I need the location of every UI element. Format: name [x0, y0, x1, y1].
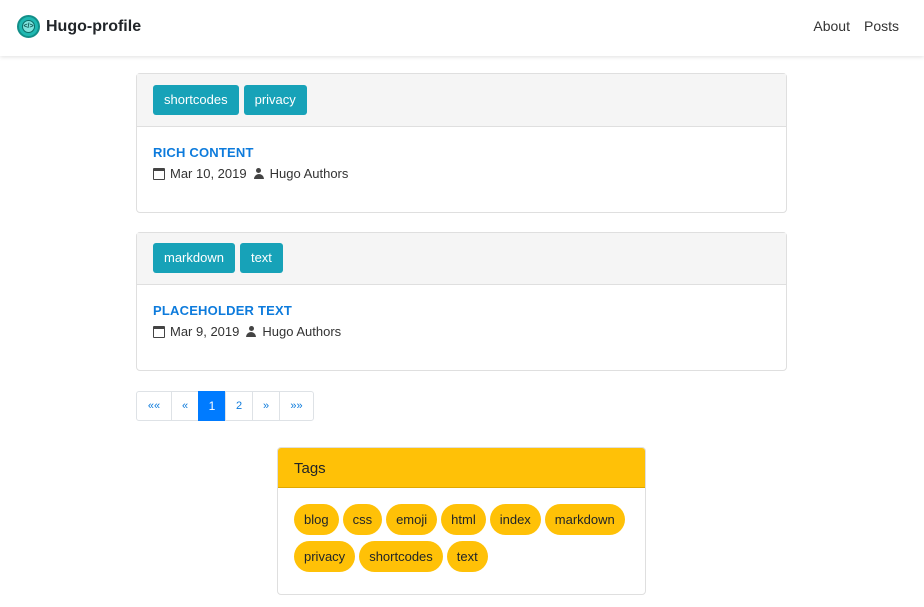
post-author: Hugo Authors	[262, 324, 342, 339]
tags-widget-title: Tags	[278, 448, 645, 488]
tag-pill-markdown[interactable]: markdown	[544, 504, 625, 535]
user-icon	[253, 168, 264, 179]
post-tag-button[interactable]: text	[239, 243, 283, 273]
post-tags: shortcodes privacy	[137, 74, 786, 127]
tag-pill-css[interactable]: css	[342, 504, 383, 535]
tag-pill-html[interactable]: html	[441, 504, 486, 535]
post-date: Mar 10, 2019	[170, 166, 247, 181]
tags-list: blog css emoji html index markdown priva…	[278, 488, 645, 572]
post-card: shortcodes privacy RICH CONTENT Mar 10, …	[136, 73, 787, 213]
tag-pill-text[interactable]: text	[446, 541, 488, 572]
page-first-button[interactable]: ««	[136, 391, 172, 421]
brand-title[interactable]: Hugo-profile	[46, 18, 141, 36]
post-body: PLACEHOLDER TEXT Mar 9, 2019 Hugo Author…	[137, 285, 786, 339]
calendar-icon	[153, 325, 165, 338]
tag-pill-shortcodes[interactable]: shortcodes	[359, 541, 443, 572]
user-icon	[246, 326, 257, 337]
post-meta: Mar 10, 2019 Hugo Authors	[153, 166, 770, 181]
page-prev-button[interactable]: «	[171, 391, 199, 421]
post-meta: Mar 9, 2019 Hugo Authors	[153, 324, 770, 339]
nav-links: About Posts	[813, 18, 899, 34]
pagination: «« « 1 2 » »»	[136, 391, 314, 421]
page-1-button[interactable]: 1	[198, 391, 226, 421]
logo-icon	[17, 15, 40, 38]
tag-pill-blog[interactable]: blog	[294, 504, 339, 535]
post-title-link[interactable]: PLACEHOLDER TEXT	[153, 303, 770, 318]
post-card: markdown text PLACEHOLDER TEXT Mar 9, 20…	[136, 232, 787, 371]
post-author: Hugo Authors	[269, 166, 349, 181]
post-tags: markdown text	[137, 233, 786, 285]
post-title-link[interactable]: RICH CONTENT	[153, 145, 770, 160]
page-last-button[interactable]: »»	[279, 391, 314, 421]
post-body: RICH CONTENT Mar 10, 2019 Hugo Authors	[137, 127, 786, 181]
brand[interactable]: Hugo-profile	[17, 15, 141, 38]
tag-pill-index[interactable]: index	[489, 504, 541, 535]
tag-pill-emoji[interactable]: emoji	[386, 504, 438, 535]
post-date: Mar 9, 2019	[170, 324, 240, 339]
nav-link-about[interactable]: About	[813, 18, 850, 34]
nav-link-posts[interactable]: Posts	[864, 18, 899, 34]
page-next-button[interactable]: »	[252, 391, 280, 421]
post-tag-button[interactable]: markdown	[153, 243, 235, 273]
tags-widget: Tags blog css emoji html index markdown …	[277, 447, 646, 595]
page-2-button[interactable]: 2	[225, 391, 253, 421]
post-tag-button[interactable]: privacy	[243, 85, 307, 115]
post-tag-button[interactable]: shortcodes	[153, 85, 239, 115]
top-navbar: Hugo-profile About Posts	[0, 0, 924, 56]
calendar-icon	[153, 167, 165, 180]
tag-pill-privacy[interactable]: privacy	[294, 541, 356, 572]
